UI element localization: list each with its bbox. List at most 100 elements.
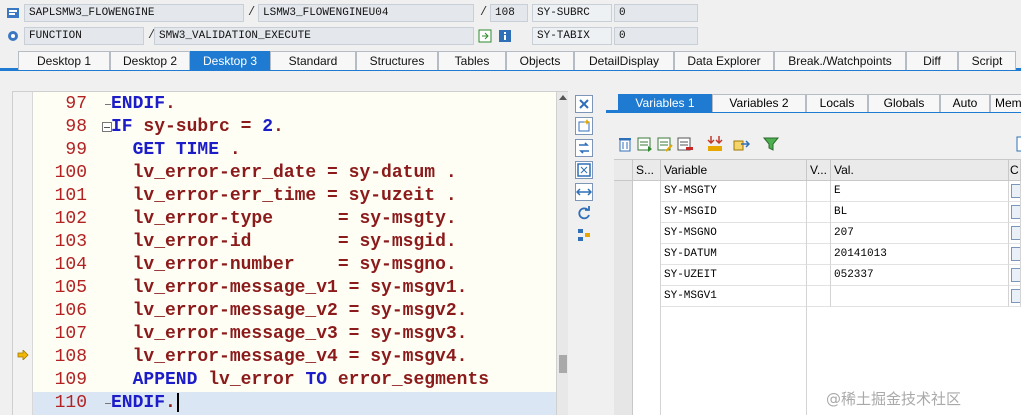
tab-desktop-2[interactable]: Desktop 2 [110,51,190,70]
view-cell[interactable] [807,244,831,265]
tab-breakpoints[interactable]: Break./Watchpoints [774,51,906,70]
print-icon[interactable] [1014,135,1021,153]
info-icon[interactable] [498,29,512,43]
view-cell[interactable] [807,202,831,223]
change-value-cell[interactable] [1009,202,1021,223]
sysfield-value-field[interactable]: 0 [614,4,698,22]
tab-variables-2[interactable]: Variables 2 [712,94,806,112]
edit-pencil-icon[interactable] [1011,289,1020,303]
tab-script[interactable]: Script [958,51,1016,70]
code-line[interactable]: 101 lv_error-err_time = sy-uzeit . [33,185,568,208]
code-line[interactable]: 97 ENDIF. [33,93,568,116]
include-name-field[interactable]: LSMW3_FLOWENGINEU04 [258,4,474,22]
edit-pencil-icon[interactable] [1011,226,1020,240]
filter-icon[interactable] [762,135,780,153]
program-name-field[interactable]: SAPLSMW3_FLOWENGINE [24,4,244,22]
tab-variables-1[interactable]: Variables 1 [618,94,712,112]
tab-globals[interactable]: Globals [868,94,940,112]
code-line[interactable]: 106 lv_error-message_v2 = sy-msgv2. [33,300,568,323]
code-line[interactable]: 103 lv_error-id = sy-msgid. [33,231,568,254]
code-line[interactable]: 110 ENDIF. [33,392,568,415]
code-line[interactable]: 108 lv_error-message_v4 = sy-msgv4. [33,346,568,369]
view-cell[interactable] [807,286,831,307]
services-icon[interactable] [576,227,592,243]
breakpoint-gutter[interactable] [13,92,33,415]
code-line[interactable]: 99 GET TIME . [33,139,568,162]
swap-layout-button[interactable] [575,183,593,201]
tab-tables[interactable]: Tables [438,51,506,70]
tab-desktop-3[interactable]: Desktop 3 [190,51,270,70]
variable-value-cell[interactable]: BL [831,202,1009,223]
tab-standard[interactable]: Standard [270,51,356,70]
code-line[interactable]: 98 IF sy-subrc = 2. [33,116,568,139]
refresh-icon[interactable] [576,205,592,221]
code-lines[interactable]: 97 ENDIF. 98 IF sy-subrc = 2. 99 GET TIME .1… [33,92,568,415]
column-header-value[interactable]: Val. [831,160,1009,181]
edit-row-icon[interactable] [656,135,674,153]
variable-value-cell[interactable]: E [831,181,1009,202]
remove-row-icon[interactable] [676,135,694,153]
variable-value-cell[interactable]: 052337 [831,265,1009,286]
view-cell[interactable] [807,223,831,244]
tab-detail-display[interactable]: DetailDisplay [574,51,674,70]
code-line[interactable]: 107 lv_error-message_v3 = sy-msgv3. [33,323,568,346]
variable-value-cell[interactable]: 20141013 [831,244,1009,265]
source-code-editor[interactable]: 97 ENDIF. 98 IF sy-subrc = 2. 99 GET TIME .1… [12,91,568,415]
variable-name-cell[interactable]: SY-MSGTY [661,181,807,202]
navigate-source-icon[interactable] [478,29,492,43]
change-value-cell[interactable] [1009,265,1021,286]
tab-objects[interactable]: Objects [506,51,574,70]
column-header-variable[interactable]: Variable [661,160,807,181]
column-header-change[interactable]: C [1009,160,1021,181]
code-line[interactable]: 100 lv_error-err_date = sy-datum . [33,162,568,185]
change-value-cell[interactable] [1009,286,1021,307]
variable-name-cell[interactable]: SY-MSGV1 [661,286,807,307]
scrollbar-thumb[interactable] [559,355,567,373]
variable-name-cell[interactable]: SY-MSGNO [661,223,807,244]
view-cell[interactable] [807,265,831,286]
import-icon[interactable] [706,135,724,153]
edit-pencil-icon[interactable] [1011,247,1020,261]
tab-diff[interactable]: Diff [906,51,958,70]
replace-tool-button[interactable] [575,139,593,157]
change-value-cell[interactable] [1009,244,1021,265]
insert-row-icon[interactable] [636,135,654,153]
close-tool-button[interactable] [575,95,593,113]
change-value-cell[interactable] [1009,223,1021,244]
variable-name-cell[interactable]: SY-DATUM [661,244,807,265]
variable-name-cell[interactable]: SY-UZEIT [661,265,807,286]
maximize-tool-button[interactable] [575,161,593,179]
sysfield-value-field[interactable]: 0 [614,27,698,45]
code-line[interactable]: 104 lv_error-number = sy-msgno. [33,254,568,277]
scroll-up-icon[interactable] [559,95,567,100]
export-icon[interactable] [732,135,750,153]
tab-data-explorer[interactable]: Data Explorer [674,51,774,70]
delete-icon[interactable] [616,135,634,153]
editor-vertical-scrollbar[interactable] [556,92,568,415]
tab-desktop-1[interactable]: Desktop 1 [18,51,110,70]
line-number-field[interactable]: 108 [490,4,528,22]
edit-pencil-icon[interactable] [1011,184,1020,198]
tab-auto[interactable]: Auto [940,94,990,112]
code-line[interactable]: 109 APPEND lv_error TO error_segments [33,369,568,392]
sysfield-name-field[interactable]: SY-TABIX [532,27,612,45]
variable-value-cell[interactable] [831,286,1009,307]
edit-pencil-icon[interactable] [1011,268,1020,282]
event-type-field[interactable]: FUNCTION [24,27,144,45]
variable-name-cell[interactable]: SY-MSGID [661,202,807,223]
event-name-field[interactable]: SMW3_VALIDATION_EXECUTE [154,27,474,45]
column-header-view[interactable]: V... [807,160,831,181]
row-selector-column[interactable] [614,181,633,415]
tab-memory[interactable]: Memo [990,94,1021,112]
new-tool-button[interactable] [575,117,593,135]
tab-structures[interactable]: Structures [356,51,438,70]
sysfield-name-field[interactable]: SY-SUBRC [532,4,612,22]
variable-value-cell[interactable]: 207 [831,223,1009,244]
change-value-cell[interactable] [1009,181,1021,202]
edit-pencil-icon[interactable] [1011,205,1020,219]
view-cell[interactable] [807,181,831,202]
column-header-status[interactable]: S... [633,160,661,181]
tab-locals[interactable]: Locals [806,94,868,112]
code-line[interactable]: 105 lv_error-message_v1 = sy-msgv1. [33,277,568,300]
code-line[interactable]: 102 lv_error-type = sy-msgty. [33,208,568,231]
